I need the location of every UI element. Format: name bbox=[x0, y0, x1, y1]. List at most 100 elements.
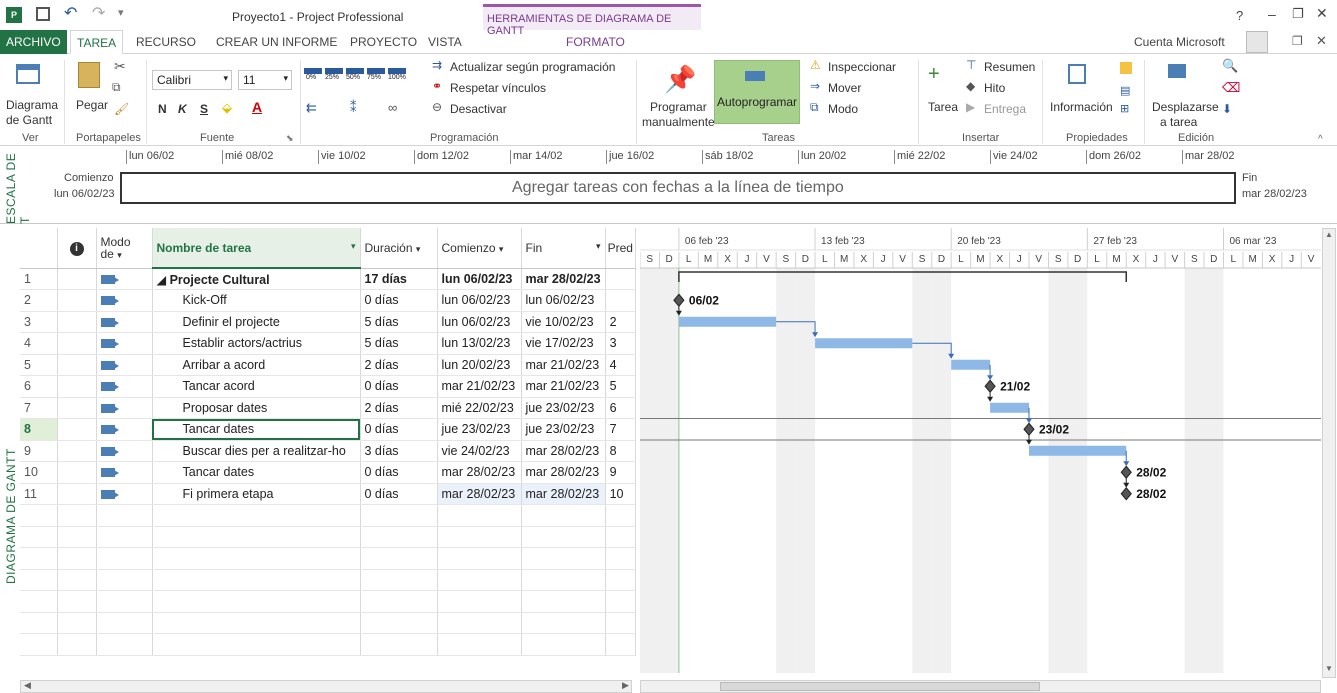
row-finish[interactable]: vie 10/02/23 bbox=[521, 311, 606, 333]
row-duration[interactable] bbox=[360, 590, 438, 613]
row-name[interactable] bbox=[152, 569, 361, 591]
row-start[interactable]: lun 20/02/23 bbox=[437, 354, 522, 376]
help-icon[interactable]: ? bbox=[1236, 8, 1243, 23]
row-indicator[interactable] bbox=[57, 526, 97, 548]
row-indicator[interactable] bbox=[57, 590, 97, 613]
row-indicator[interactable] bbox=[57, 397, 97, 419]
table-row[interactable] bbox=[20, 526, 636, 548]
row-duration[interactable]: 5 días bbox=[360, 311, 438, 333]
tab-tarea[interactable]: TAREA bbox=[70, 30, 124, 54]
row-start[interactable]: lun 06/02/23 bbox=[437, 268, 522, 290]
row-indicator[interactable] bbox=[57, 547, 97, 570]
paste-button[interactable]: Pegar bbox=[76, 98, 108, 112]
row-start[interactable]: lun 06/02/23 bbox=[437, 311, 522, 333]
dialog-launcher-icon[interactable]: ⬊ bbox=[286, 133, 294, 144]
save-icon[interactable] bbox=[36, 7, 50, 21]
row-duration[interactable] bbox=[360, 612, 438, 634]
row-duration[interactable] bbox=[360, 526, 438, 548]
row-name[interactable]: Fi primera etapa bbox=[152, 483, 361, 505]
table-row[interactable]: 8 Tancar dates 0 días jue 23/02/23 jue 23/02… bbox=[20, 418, 636, 441]
row-name[interactable]: Establir actors/actrius bbox=[152, 332, 361, 355]
respect-links-button[interactable]: Respetar vínculos bbox=[450, 81, 546, 95]
row-name[interactable]: Tancar dates bbox=[152, 461, 361, 484]
close-doc-icon[interactable]: ✕ bbox=[1316, 33, 1327, 49]
row-pred[interactable]: 6 bbox=[605, 397, 636, 419]
row-finish[interactable]: lun 06/02/23 bbox=[521, 289, 606, 312]
add-timeline-icon[interactable]: ⊞ bbox=[1120, 102, 1129, 115]
row-mode[interactable] bbox=[96, 547, 153, 570]
row-pred[interactable]: 4 bbox=[605, 354, 636, 376]
row-indicator[interactable] bbox=[57, 483, 97, 505]
row-start[interactable]: mar 21/02/23 bbox=[437, 375, 522, 398]
row-pred[interactable] bbox=[605, 547, 636, 570]
row-duration[interactable]: 0 días bbox=[360, 375, 438, 398]
row-indicator[interactable] bbox=[57, 311, 97, 333]
col-start[interactable]: Comienzo ▾ bbox=[437, 228, 522, 269]
row-start[interactable] bbox=[437, 612, 522, 634]
row-duration[interactable]: 2 días bbox=[360, 397, 438, 419]
redo-icon[interactable]: ↷ bbox=[92, 3, 105, 23]
row-name[interactable] bbox=[152, 526, 361, 548]
font-color-icon[interactable]: A bbox=[252, 99, 262, 115]
row-duration[interactable]: 0 días bbox=[360, 289, 438, 312]
row-duration[interactable]: 0 días bbox=[360, 418, 438, 441]
row-mode[interactable] bbox=[96, 461, 153, 484]
customize-qat-icon[interactable]: ▾ bbox=[118, 6, 124, 19]
row-start[interactable] bbox=[437, 590, 522, 613]
row-finish[interactable] bbox=[521, 504, 606, 527]
row-duration[interactable] bbox=[360, 504, 438, 527]
col-pred[interactable]: Pred bbox=[605, 228, 636, 269]
row-pred[interactable]: 5 bbox=[605, 375, 636, 398]
row-pred[interactable] bbox=[605, 633, 636, 656]
row-start[interactable] bbox=[437, 547, 522, 570]
undo-icon[interactable]: ↶ bbox=[64, 3, 77, 23]
row-finish[interactable] bbox=[521, 590, 606, 613]
table-row[interactable]: 9 Buscar dies per a realitzar-ho 3 días vie… bbox=[20, 440, 636, 462]
tab-crear-informe[interactable]: CREAR UN INFORME bbox=[210, 30, 343, 54]
table-row[interactable] bbox=[20, 633, 636, 656]
row-mode[interactable] bbox=[96, 289, 153, 312]
table-hscrollbar[interactable] bbox=[20, 680, 632, 693]
ribbon-display-icon[interactable]: ❐ bbox=[1292, 34, 1303, 48]
row-pred[interactable] bbox=[605, 289, 636, 312]
minimize-icon[interactable]: – bbox=[1268, 6, 1276, 22]
row-finish[interactable] bbox=[521, 526, 606, 548]
information-button[interactable]: Información bbox=[1050, 100, 1113, 114]
timeline-bar[interactable]: Agregar tareas con fechas a la línea de … bbox=[120, 172, 1236, 204]
row-name[interactable] bbox=[152, 590, 361, 613]
tab-vista[interactable]: VISTA bbox=[422, 30, 468, 54]
row-start[interactable] bbox=[437, 526, 522, 548]
table-row[interactable]: 4 Establir actors/actrius 5 días lun 13/02/… bbox=[20, 332, 636, 355]
mode-button[interactable]: Modo bbox=[828, 102, 858, 116]
row-finish[interactable] bbox=[521, 612, 606, 634]
notes-icon[interactable] bbox=[1120, 62, 1132, 74]
row-indicator[interactable] bbox=[57, 268, 97, 290]
tab-formato[interactable]: FORMATO bbox=[560, 30, 631, 54]
milestone-button[interactable]: Hito bbox=[984, 81, 1005, 95]
row-duration[interactable]: 0 días bbox=[360, 461, 438, 484]
row-mode[interactable] bbox=[96, 504, 153, 527]
tab-proyecto[interactable]: PROYECTO bbox=[344, 30, 423, 54]
copy-icon[interactable]: ⧉ bbox=[112, 80, 121, 95]
row-duration[interactable] bbox=[360, 569, 438, 591]
table-row[interactable] bbox=[20, 590, 636, 613]
row-pred[interactable]: 3 bbox=[605, 332, 636, 355]
row-pred[interactable]: 8 bbox=[605, 440, 636, 462]
deactivate-button[interactable]: Desactivar bbox=[450, 102, 507, 116]
table-row[interactable]: 5 Arribar a acord 2 días lun 20/02/23 mar 21… bbox=[20, 354, 636, 376]
scroll-right-icon[interactable]: ▶ bbox=[622, 680, 629, 691]
insert-task-button[interactable]: Tarea bbox=[928, 100, 958, 114]
row-finish[interactable] bbox=[521, 547, 606, 570]
row-pred[interactable]: 7 bbox=[605, 418, 636, 441]
row-mode[interactable] bbox=[96, 483, 153, 505]
row-duration[interactable] bbox=[360, 633, 438, 656]
table-row[interactable]: 11 Fi primera etapa 0 días mar 28/02/23 mar … bbox=[20, 483, 636, 505]
row-mode[interactable] bbox=[96, 612, 153, 634]
bold-button[interactable]: N bbox=[158, 102, 167, 116]
table-row[interactable]: 7 Proposar dates 2 días mié 22/02/23 jue 23/… bbox=[20, 397, 636, 419]
scroll-to-task-button-2[interactable]: a tarea bbox=[1160, 115, 1197, 129]
table-row[interactable]: 6 Tancar acord 0 días mar 21/02/23 mar 21/02… bbox=[20, 375, 636, 398]
row-name[interactable]: Buscar dies per a realitzar-ho bbox=[152, 440, 361, 462]
row-start[interactable]: jue 23/02/23 bbox=[437, 418, 522, 441]
row-finish[interactable]: jue 23/02/23 bbox=[521, 397, 606, 419]
